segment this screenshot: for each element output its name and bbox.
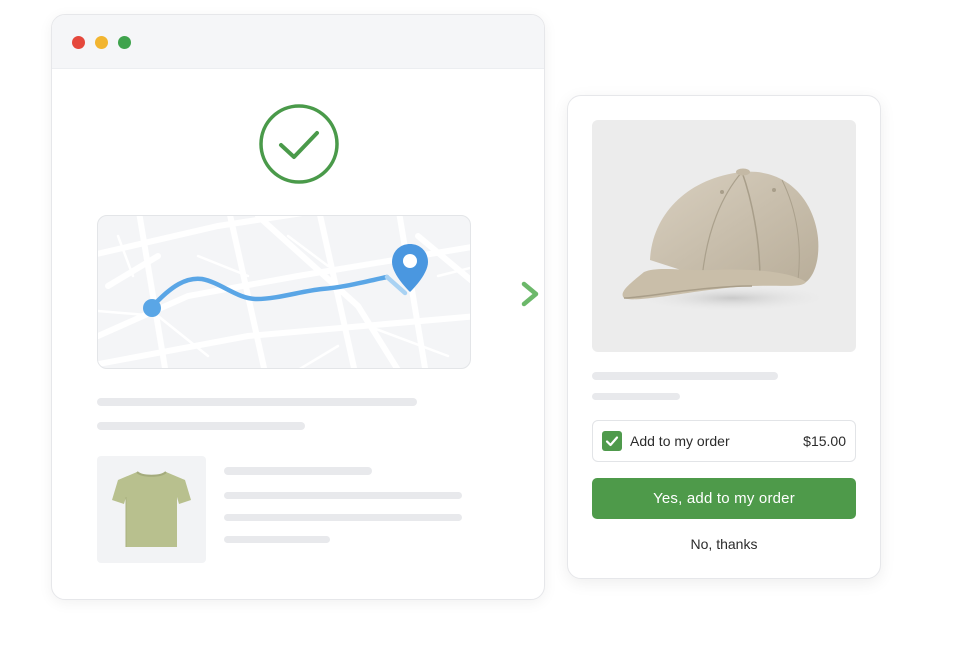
text-placeholder — [97, 398, 417, 406]
order-confirmation-window — [51, 14, 545, 600]
upsell-card: Add to my order $15.00 Yes, add to my or… — [567, 95, 881, 579]
zoom-dot[interactable] — [118, 36, 131, 49]
window-titlebar — [52, 15, 544, 69]
product-thumbnail — [97, 456, 206, 563]
text-placeholder — [97, 422, 305, 430]
route-start-dot — [143, 299, 161, 317]
arrow-right-icon — [486, 281, 539, 307]
add-to-order-button[interactable]: Yes, add to my order — [592, 478, 856, 519]
baseball-cap-image — [622, 168, 832, 312]
close-dot[interactable] — [72, 36, 85, 49]
addon-price: $15.00 — [803, 433, 846, 449]
text-placeholder — [224, 492, 462, 499]
text-placeholder — [592, 393, 680, 400]
addon-checkbox[interactable] — [602, 431, 622, 451]
addon-label: Add to my order — [630, 433, 730, 449]
minimize-dot[interactable] — [95, 36, 108, 49]
addon-option[interactable]: Add to my order $15.00 — [592, 420, 856, 462]
location-pin-icon — [392, 244, 428, 292]
text-placeholder — [224, 536, 330, 543]
text-placeholder — [224, 514, 462, 521]
no-thanks-button[interactable]: No, thanks — [592, 536, 856, 552]
checkmark-icon — [605, 436, 619, 447]
tshirt-image — [112, 471, 191, 547]
product-image — [592, 120, 856, 352]
text-placeholder — [592, 372, 778, 380]
check-circle-icon — [259, 104, 339, 184]
text-placeholder — [224, 467, 372, 475]
